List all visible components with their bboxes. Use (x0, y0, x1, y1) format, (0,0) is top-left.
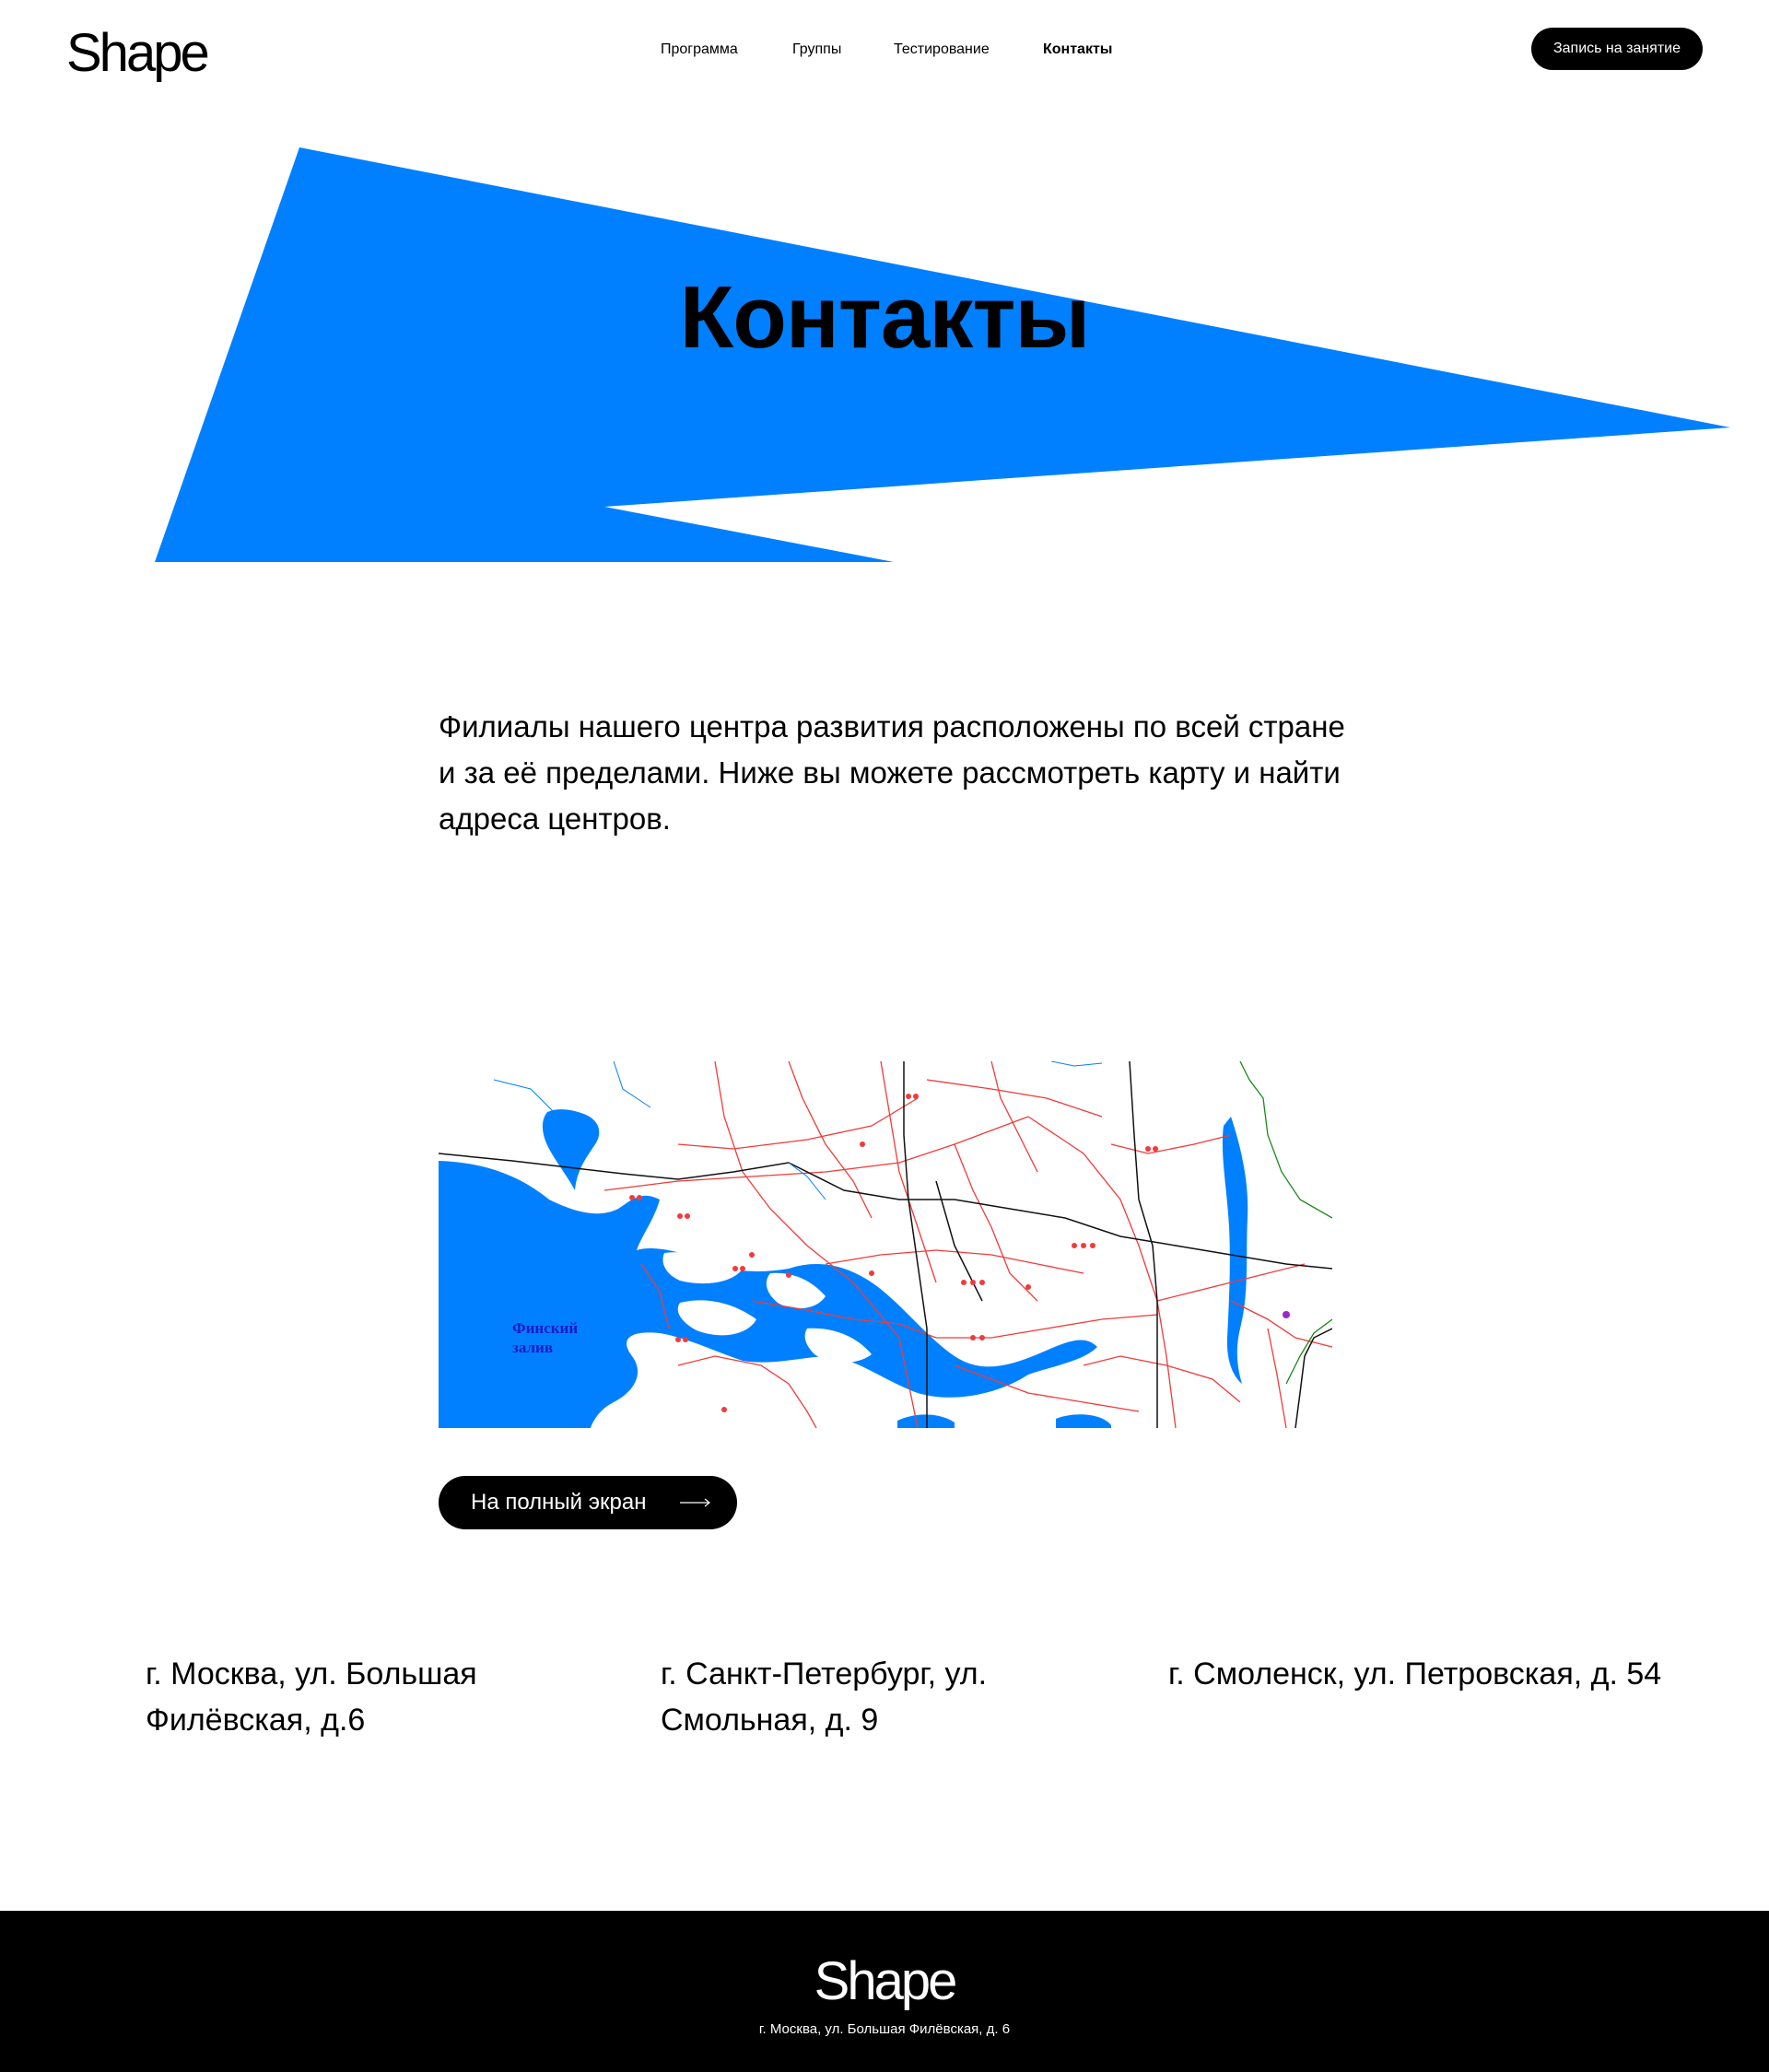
fullscreen-map-button[interactable]: На полный экран (439, 1476, 737, 1529)
fullscreen-button-label: На полный экран (471, 1490, 647, 1515)
arrow-right-icon (680, 1498, 710, 1507)
map-image: Финский залив (439, 1061, 1332, 1428)
page-title: Контакты (679, 268, 1091, 367)
address-smolensk: г. Смоленск, ул. Петровская, д. 54 (1168, 1656, 1662, 1692)
map-water (439, 1109, 1248, 1428)
intro-text: Филиалы нашего центра развития расположе… (439, 709, 1345, 836)
address-saint-petersburg: г. Санкт-Петербург, ул. Смольная, д. 9 (661, 1656, 988, 1738)
map-water-label-2: залив (512, 1339, 553, 1356)
address-moscow: г. Москва, ул. Большая Филёвская, д.6 (146, 1656, 477, 1738)
footer-logo[interactable]: Shape (0, 1951, 1769, 2012)
map-water-label-1: Финский (512, 1319, 578, 1337)
footer-address: г. Москва, ул. Большая Филёвская, д. 6 (758, 2021, 1011, 2037)
branches-map[interactable]: Финский залив (439, 1061, 1332, 1428)
map-special-marker (1283, 1311, 1290, 1318)
site-footer: Shape г. Москва, ул. Большая Филёвская, … (0, 1911, 1769, 2072)
